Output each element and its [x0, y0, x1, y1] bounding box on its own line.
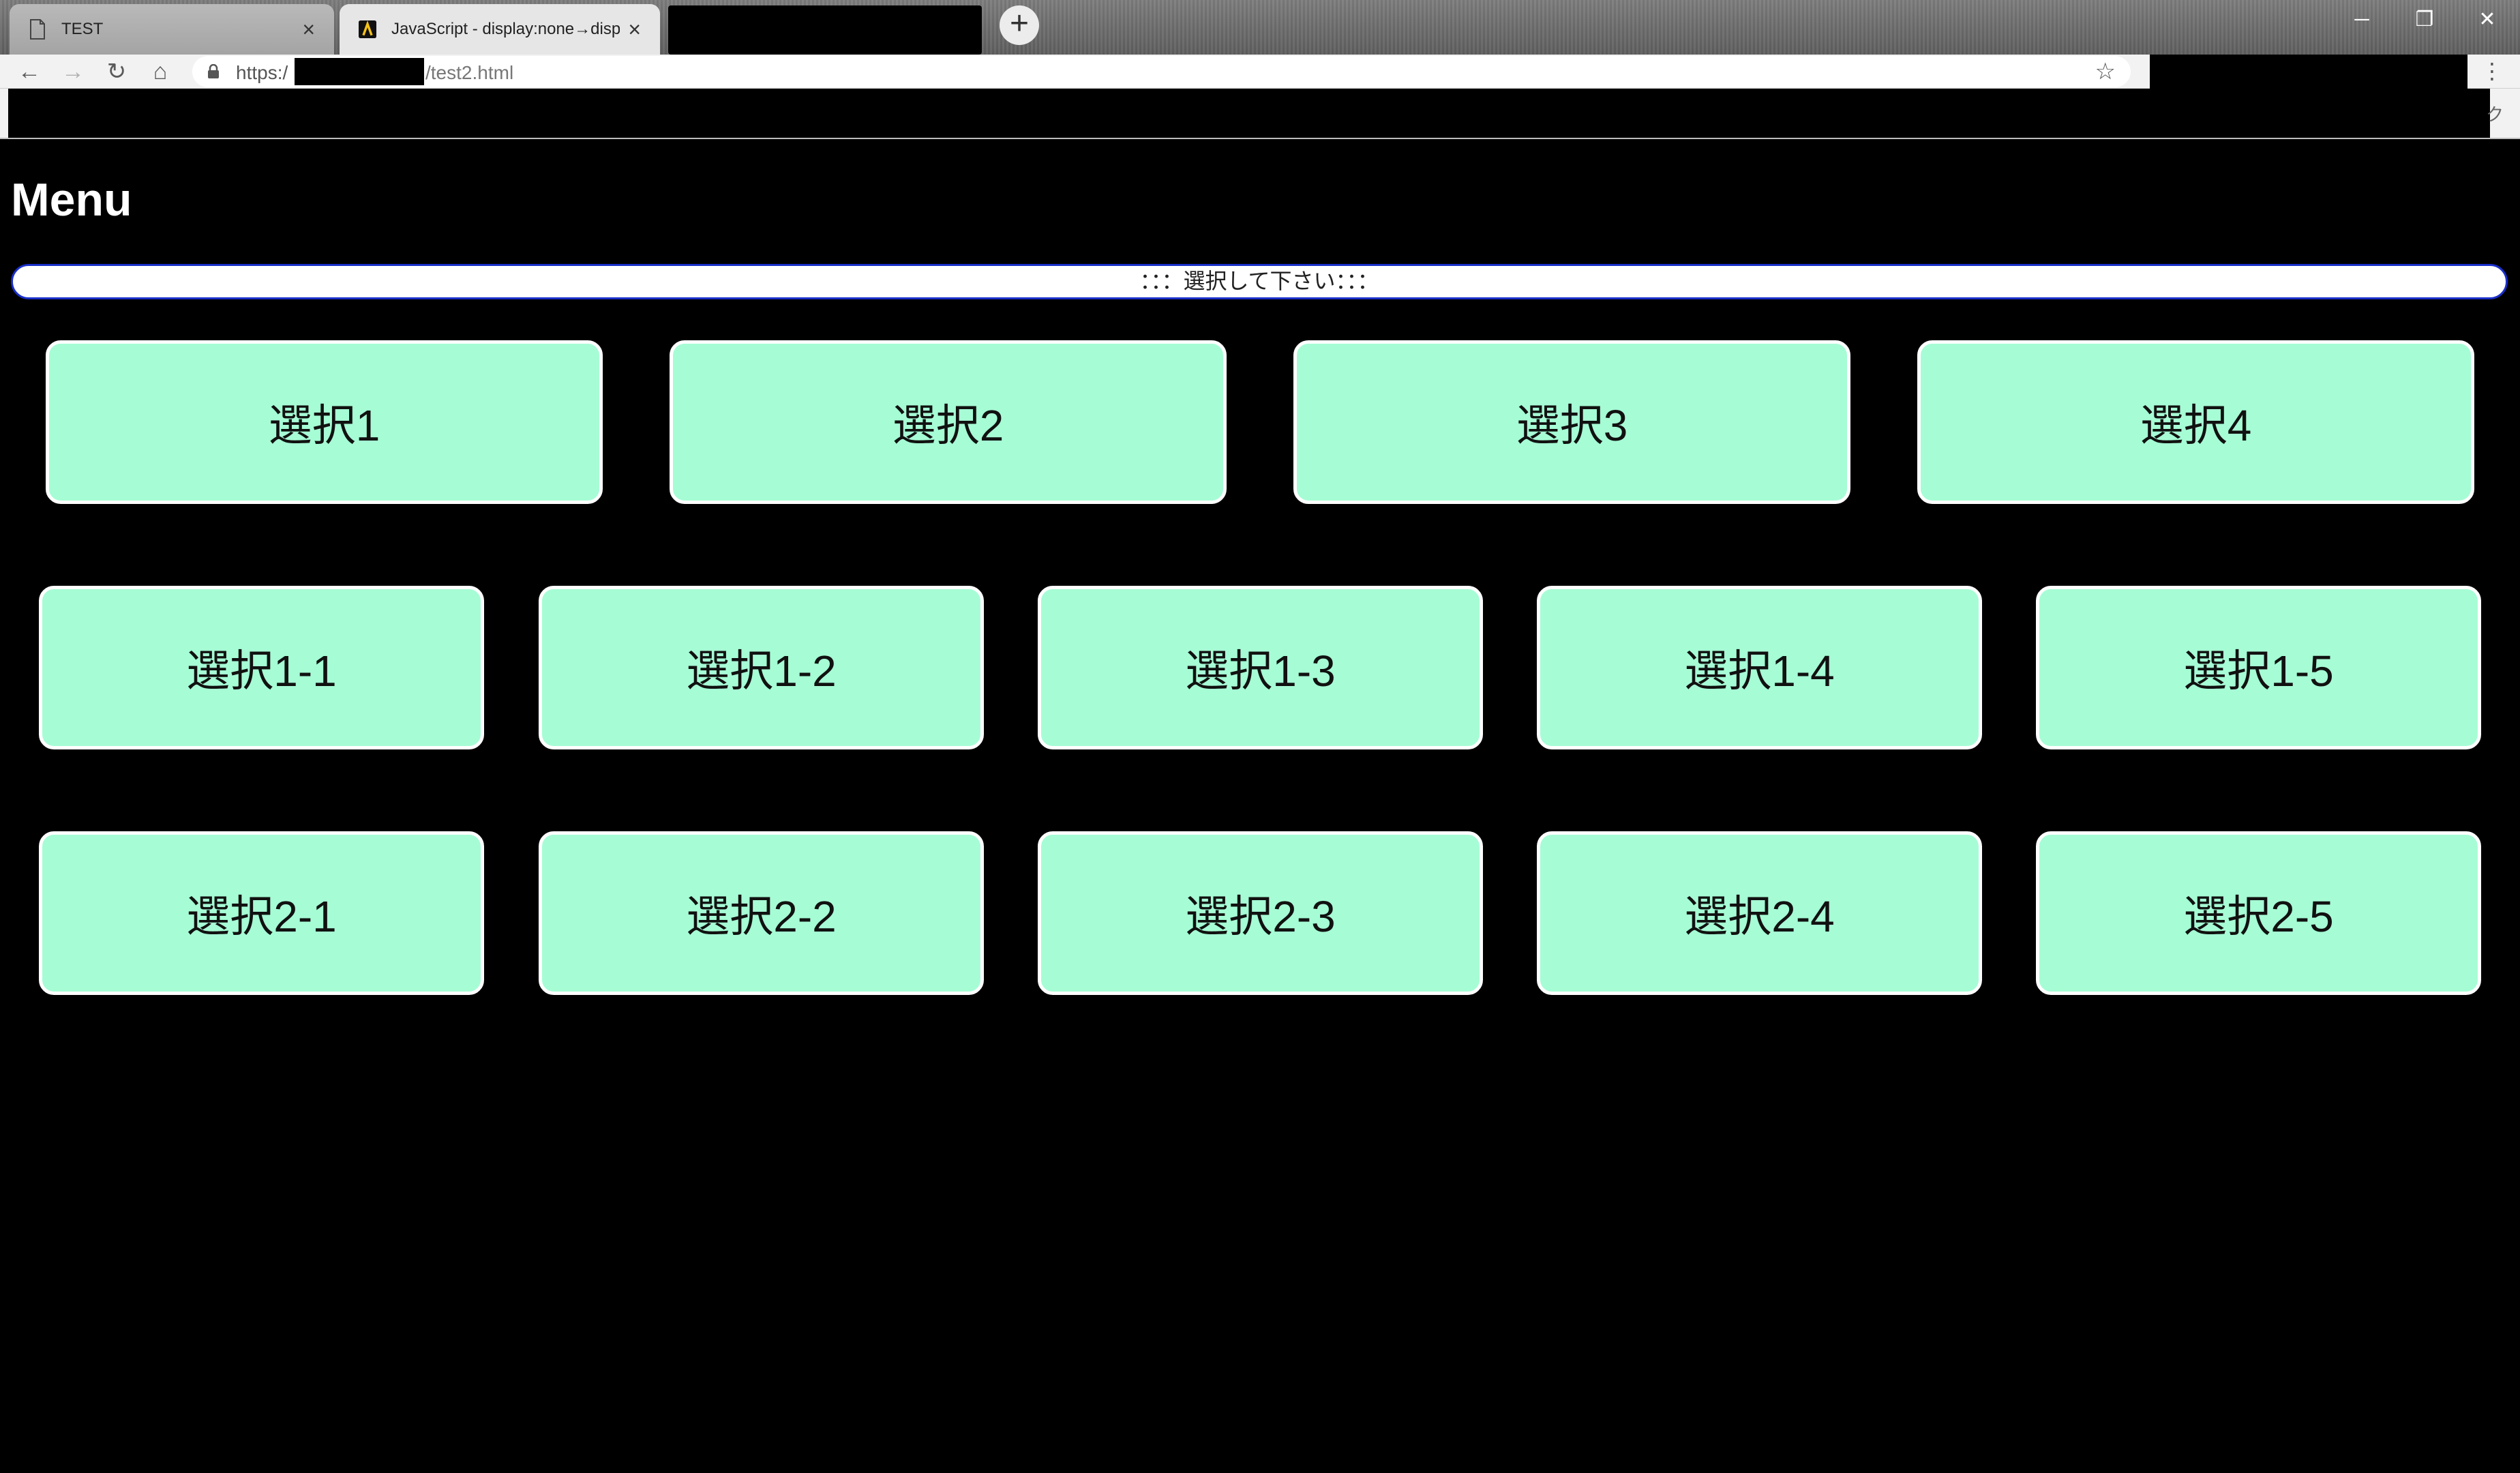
tab-redacted[interactable] — [668, 5, 982, 55]
home-icon[interactable]: ⌂ — [143, 57, 177, 86]
reload-icon[interactable]: ↻ — [100, 57, 134, 86]
choice-button-2-1[interactable]: 選択2-1 — [39, 831, 484, 995]
minimize-icon[interactable]: ─ — [2330, 0, 2393, 40]
url-redaction — [295, 58, 424, 85]
choice-button-2-4[interactable]: 選択2-4 — [1537, 831, 1982, 995]
close-icon[interactable]: × — [302, 17, 315, 42]
choice-button-1-2[interactable]: 選択1-2 — [539, 586, 984, 749]
menu-icon[interactable]: ⋮ — [2478, 57, 2506, 85]
choice-button-2-5[interactable]: 選択2-5 — [2036, 831, 2481, 995]
bookmark-star-icon[interactable]: ☆ — [2095, 60, 2116, 83]
select-prompt-bar: ：：：選択して下さい：：： — [11, 264, 2508, 299]
choice-button-2-2[interactable]: 選択2-2 — [539, 831, 984, 995]
choice-button-1[interactable]: 選択1 — [46, 340, 603, 504]
forward-icon[interactable]: → — [56, 57, 90, 86]
bookmarks-bar: ク — [0, 89, 2520, 139]
close-icon[interactable]: × — [628, 17, 641, 42]
url-scheme: https:/ — [236, 62, 288, 83]
url-path: /test2.html — [425, 62, 514, 83]
choice-button-1-4[interactable]: 選択1-4 — [1537, 586, 1982, 749]
tab-test[interactable]: TEST × — [10, 4, 334, 55]
tab-javascript[interactable]: JavaScript - display:none→displa × — [340, 4, 660, 55]
address-bar[interactable]: https:/ /test2.html ☆ — [192, 56, 2131, 87]
choice-button-2-3[interactable]: 選択2-3 — [1038, 831, 1483, 995]
choice-button-1-5[interactable]: 選択1-5 — [2036, 586, 2481, 749]
tab-label: JavaScript - display:none→displa — [391, 20, 620, 38]
browser-toolbar: ← → ↻ ⌂ https:/ /test2.html ☆ — [0, 55, 2520, 89]
page-content: Menu ：：：選択して下さい：：： 選択1 選択2 選択3 選択4 選択1-1… — [0, 140, 2520, 1473]
window-close-icon[interactable]: ✕ — [2456, 0, 2519, 40]
choice-button-1-1[interactable]: 選択1-1 — [39, 586, 484, 749]
choice-button-3[interactable]: 選択3 — [1293, 340, 1850, 504]
lock-icon — [208, 64, 219, 78]
tab-label: TEST — [61, 20, 104, 38]
document-icon — [30, 19, 45, 40]
restore-icon[interactable]: ❐ — [2393, 0, 2456, 40]
bookmark-overflow[interactable]: ク — [2486, 101, 2504, 126]
choice-button-2[interactable]: 選択2 — [670, 340, 1227, 504]
back-icon[interactable]: ← — [12, 57, 46, 86]
choice-button-1-3[interactable]: 選択1-3 — [1038, 586, 1483, 749]
tab-strip: TEST × JavaScript - display:none→displa … — [0, 0, 2520, 55]
bookmarks-redaction — [8, 89, 2490, 138]
page-title: Menu — [11, 174, 132, 226]
extensions-redaction — [2150, 55, 2468, 89]
site-favicon-icon — [359, 20, 376, 38]
new-tab-button[interactable]: + — [1000, 5, 1039, 45]
choice-button-4[interactable]: 選択4 — [1917, 340, 2474, 504]
